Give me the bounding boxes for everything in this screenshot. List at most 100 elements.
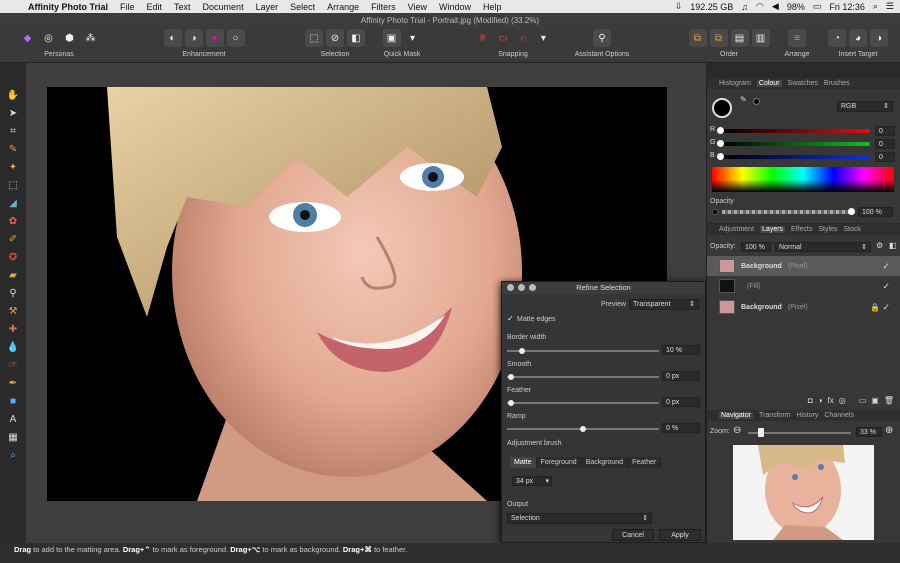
move-forward-one-icon[interactable]: ▤ — [730, 29, 749, 47]
list-icon[interactable]: ☰ — [886, 1, 894, 12]
tab-history[interactable]: History — [797, 412, 819, 419]
tab-navigator[interactable]: Navigator — [719, 412, 753, 419]
magnet-icon[interactable]: ∩ — [515, 29, 532, 47]
smooth-knob[interactable] — [508, 374, 514, 380]
music-icon[interactable]: ♫ — [741, 2, 748, 12]
tab-channels[interactable]: Channels — [824, 412, 854, 419]
menu-file[interactable]: File — [114, 2, 141, 12]
hand-tool-icon[interactable]: ✋ — [6, 88, 20, 103]
green-value-field[interactable]: 0 — [875, 139, 895, 149]
brush-mode-feather[interactable]: Feather — [628, 457, 662, 468]
pen-tool-icon[interactable]: ✒ — [6, 376, 20, 391]
photo-persona-icon[interactable]: ◆ — [19, 29, 37, 47]
brush-mode-foreground[interactable]: Foreground — [536, 457, 582, 468]
flood-fill-icon[interactable]: ◢ — [6, 196, 20, 211]
menu-arrange[interactable]: Arrange — [321, 2, 365, 12]
menu-app[interactable]: Affinity Photo Trial — [22, 2, 114, 12]
blue-slider[interactable] — [720, 155, 870, 159]
zoom-tool-icon[interactable]: ⌕ — [6, 448, 20, 463]
volume-icon[interactable]: ◀ — [772, 1, 779, 12]
move-back-one-icon[interactable]: ⧉ — [709, 29, 728, 47]
maximize-window-icon[interactable] — [529, 284, 536, 291]
opacity-slider-knob[interactable] — [848, 208, 855, 215]
blue-slider-knob[interactable] — [717, 153, 724, 160]
develop-persona-icon[interactable]: ⬢ — [61, 29, 79, 47]
tab-brushes[interactable]: Brushes — [824, 80, 850, 87]
layer-row[interactable]: (Fill) ✓ — [707, 276, 900, 296]
tab-colour[interactable]: Colour — [756, 80, 782, 87]
brush-size-select[interactable]: 34 px ▾ — [512, 476, 552, 486]
liquify-persona-icon[interactable]: ◎ — [40, 29, 58, 47]
insert-inside-icon[interactable]: ◑ — [870, 29, 888, 47]
blue-value-field[interactable]: 0 — [875, 152, 895, 162]
menu-help[interactable]: Help — [477, 2, 508, 12]
menu-filters[interactable]: Filters — [365, 2, 402, 12]
layer-lock-icon[interactable]: ◧ — [889, 241, 897, 250]
search-icon[interactable]: ⌕ — [873, 1, 878, 12]
cancel-button[interactable]: Cancel — [612, 529, 654, 541]
tab-transform[interactable]: Transform — [759, 412, 791, 419]
lock-icon[interactable]: 🔒 — [870, 303, 880, 312]
adjustment-layer-icon[interactable]: ◑ — [818, 396, 823, 405]
green-slider-knob[interactable] — [717, 140, 724, 147]
tab-layers[interactable]: Layers — [760, 226, 786, 233]
layer-settings-gear-icon[interactable]: ⚙ — [876, 241, 883, 250]
disk-icon[interactable]: ⇩ — [675, 1, 683, 12]
wifi-icon[interactable]: ◠ — [756, 1, 764, 12]
deselect-icon[interactable]: ⊘ — [326, 29, 344, 47]
insert-top-icon[interactable]: ◕ — [849, 29, 867, 47]
colour-mode-select[interactable]: RGB ⇕ — [837, 101, 893, 112]
menu-document[interactable]: Document — [197, 2, 250, 12]
layer-visible-checkbox[interactable]: ✓ — [882, 261, 890, 272]
tone-mapping-persona-icon[interactable]: ⁂ — [82, 29, 100, 47]
folder-icon[interactable]: ▭ — [859, 396, 867, 405]
zoom-in-icon[interactable]: ⊕ — [885, 425, 893, 436]
add-layer-icon[interactable]: ▣ — [871, 396, 879, 405]
blur-tool-icon[interactable]: 💧 — [6, 340, 20, 355]
layer-visible-checkbox[interactable]: ✓ — [882, 281, 890, 292]
border-width-knob[interactable] — [519, 348, 525, 354]
auto-levels-icon[interactable]: ◐ — [163, 29, 182, 47]
red-slider-knob[interactable] — [717, 127, 724, 134]
erase-tool-icon[interactable]: ▰ — [6, 268, 20, 283]
assistant-icon[interactable]: ⚲ — [593, 29, 611, 47]
layer-row[interactable]: Background (Pixel) ✓ — [707, 256, 900, 276]
shape-tool-icon[interactable]: ■ — [6, 394, 20, 409]
dodge-tool-icon[interactable]: ⚲ — [6, 286, 20, 301]
marquee-tool-icon[interactable]: ⬚ — [6, 178, 20, 193]
color-picker-icon[interactable]: ✿ — [6, 214, 20, 229]
live-filter-icon[interactable]: ◎ — [839, 396, 846, 405]
healing-tool-icon[interactable]: ✚ — [6, 322, 20, 337]
quick-mask-dropdown-icon[interactable]: ▾ — [404, 29, 422, 47]
selection-brush-icon[interactable]: ✦ — [6, 160, 20, 175]
select-all-icon[interactable]: ⬚ — [305, 29, 323, 47]
auto-contrast-icon[interactable]: ◑ — [184, 29, 203, 47]
crop-tool-icon[interactable]: ⌗ — [6, 124, 20, 139]
dialog-titlebar[interactable]: Refine Selection — [502, 282, 705, 294]
preview-select[interactable]: Transparent ⇕ — [629, 299, 699, 310]
output-select[interactable]: Selection ⇕ — [507, 513, 652, 524]
matte-edges-checkbox[interactable]: ✓ — [507, 314, 514, 323]
feather-field[interactable]: 0 px — [662, 397, 700, 407]
battery-icon[interactable]: ▭ — [813, 1, 822, 12]
smooth-slider[interactable] — [507, 376, 659, 378]
menu-edit[interactable]: Edit — [141, 2, 169, 12]
zoom-slider-knob[interactable] — [758, 428, 764, 437]
close-window-icon[interactable] — [507, 284, 514, 291]
auto-colors-icon[interactable]: ● — [205, 29, 224, 47]
move-to-front-icon[interactable]: ▥ — [751, 29, 770, 47]
move-to-back-icon[interactable]: ⧉ — [688, 29, 707, 47]
opacity-slider[interactable] — [722, 210, 852, 214]
snap-toggle-icon[interactable]: ▭ — [494, 29, 511, 47]
menu-layer[interactable]: Layer — [250, 2, 285, 12]
tab-adjustment[interactable]: Adjustment — [719, 226, 754, 233]
tab-effects[interactable]: Effects — [791, 226, 812, 233]
zoom-field[interactable]: 33 % — [856, 427, 882, 437]
layer-row[interactable]: Background (Pixel) 🔒 ✓ — [707, 297, 900, 317]
brush-mode-background[interactable]: Background — [581, 457, 629, 468]
zoom-out-icon[interactable]: ⊖ — [733, 425, 741, 436]
border-width-field[interactable]: 10 % — [662, 345, 700, 355]
paint-brush-icon[interactable]: ✎ — [6, 142, 20, 157]
menu-window[interactable]: Window — [433, 2, 477, 12]
smooth-field[interactable]: 0 px — [662, 371, 700, 381]
